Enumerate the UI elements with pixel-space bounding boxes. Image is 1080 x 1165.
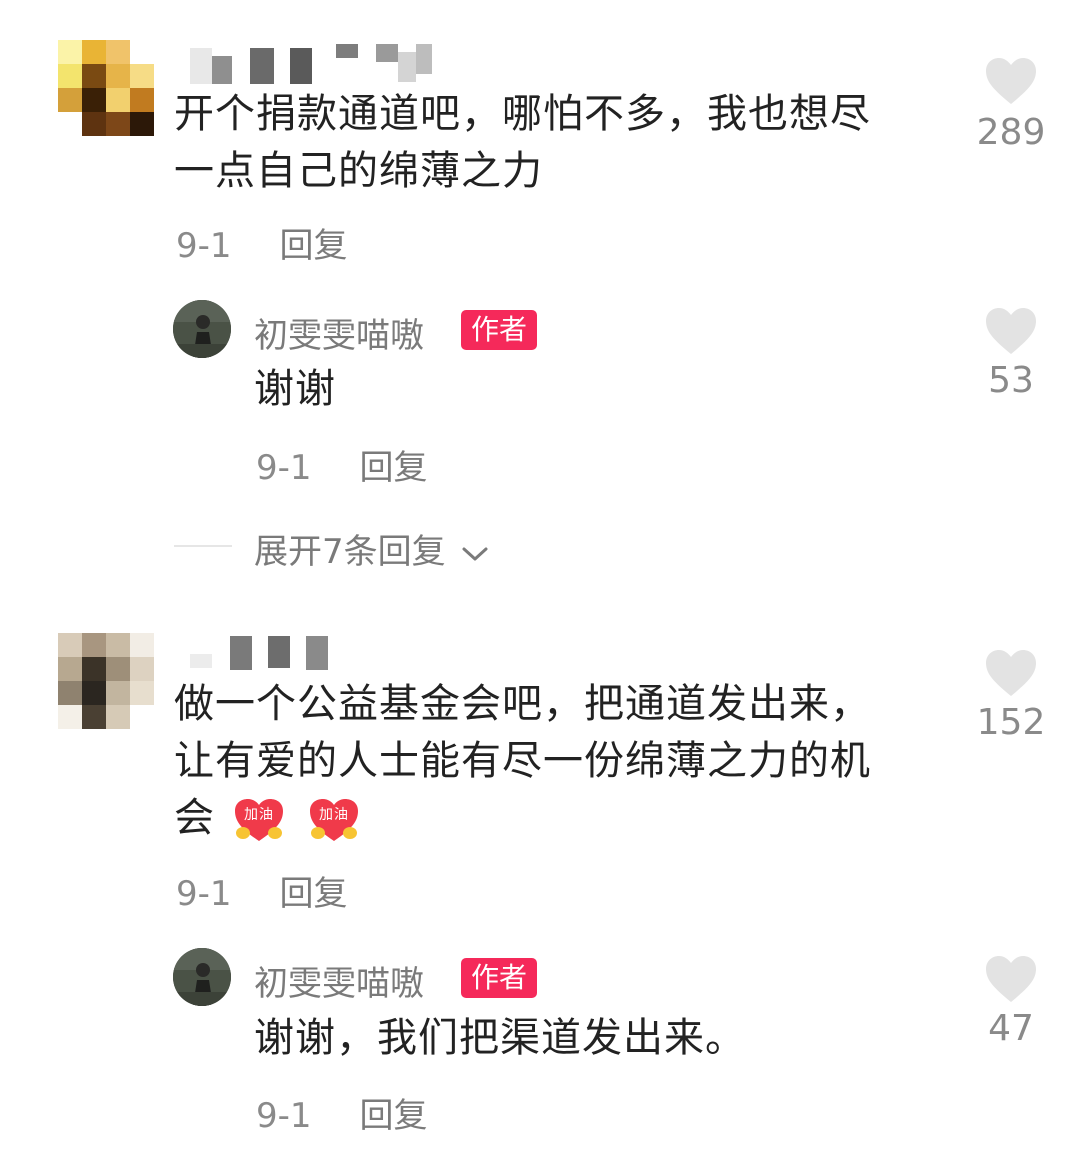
comment-text-line: 做一个公益基金会吧，把通道发出来， xyxy=(174,681,871,727)
author-name[interactable]: 初雯雯喵嗷 xyxy=(254,956,424,1005)
heart-icon[interactable] xyxy=(984,56,1038,106)
author-badge: 作者 xyxy=(461,958,538,998)
chevron-down-icon xyxy=(462,547,488,560)
comment-text-line: 让有爱的人士能有尽一份绵薄之力的机 xyxy=(174,738,871,784)
comment-meta: 9-1 回复 xyxy=(176,866,348,915)
reply-date: 9-1 xyxy=(256,448,312,488)
heart-icon[interactable] xyxy=(984,648,1038,698)
user-avatar[interactable] xyxy=(58,633,154,729)
like-count: 289 xyxy=(976,112,1046,153)
heart-icon[interactable] xyxy=(984,306,1038,356)
reply-button[interactable]: 回复 xyxy=(280,874,348,914)
reply-meta: 9-1 回复 xyxy=(256,440,428,489)
reply-date: 9-1 xyxy=(256,1096,312,1136)
comment-text-line: 一点自己的绵薄之力 xyxy=(174,148,543,194)
expand-replies-label: 展开7条回复 xyxy=(254,532,446,572)
like-count: 47 xyxy=(988,1008,1034,1049)
cheer-sticker: 加油 xyxy=(308,797,360,843)
comment-text-line: 开个捐款通道吧，哪怕不多，我也想尽 xyxy=(174,91,871,137)
author-badge: 作者 xyxy=(461,310,538,350)
reply-button[interactable]: 回复 xyxy=(360,1096,428,1136)
username-masked[interactable] xyxy=(190,40,432,84)
comment-text: 做一个公益基金会吧，把通道发出来， 让有爱的人士能有尽一份绵薄之力的机 会 加油… xyxy=(174,676,871,847)
comment-text-line: 会 加油 加油 xyxy=(174,790,871,847)
author-avatar[interactable] xyxy=(173,948,231,1006)
reply-text: 谢谢，我们把渠道发出来。 xyxy=(254,1015,746,1061)
reply-text: 谢谢 xyxy=(254,366,336,412)
username-masked[interactable] xyxy=(190,634,328,670)
sticker-label: 加油 xyxy=(319,807,349,823)
comment-text: 开个捐款通道吧，哪怕不多，我也想尽 一点自己的绵薄之力 xyxy=(174,86,871,200)
like-count: 53 xyxy=(988,360,1034,401)
expand-divider xyxy=(174,545,232,547)
author-name[interactable]: 初雯雯喵嗷 xyxy=(254,308,424,357)
author-avatar[interactable] xyxy=(173,300,231,358)
user-avatar[interactable] xyxy=(58,40,154,136)
reply-meta: 9-1 回复 xyxy=(256,1088,428,1137)
expand-replies-button[interactable]: 展开7条回复 xyxy=(254,524,490,573)
comment-meta: 9-1 回复 xyxy=(176,218,348,267)
comment-date: 9-1 xyxy=(176,226,232,266)
comment-text-tail: 会 xyxy=(174,795,215,841)
reply-button[interactable]: 回复 xyxy=(360,448,428,488)
cheer-sticker: 加油 xyxy=(233,797,285,843)
like-count: 152 xyxy=(976,702,1046,743)
heart-icon[interactable] xyxy=(984,954,1038,1004)
sticker-label: 加油 xyxy=(244,807,274,823)
reply-button[interactable]: 回复 xyxy=(280,226,348,266)
comment-date: 9-1 xyxy=(176,874,232,914)
